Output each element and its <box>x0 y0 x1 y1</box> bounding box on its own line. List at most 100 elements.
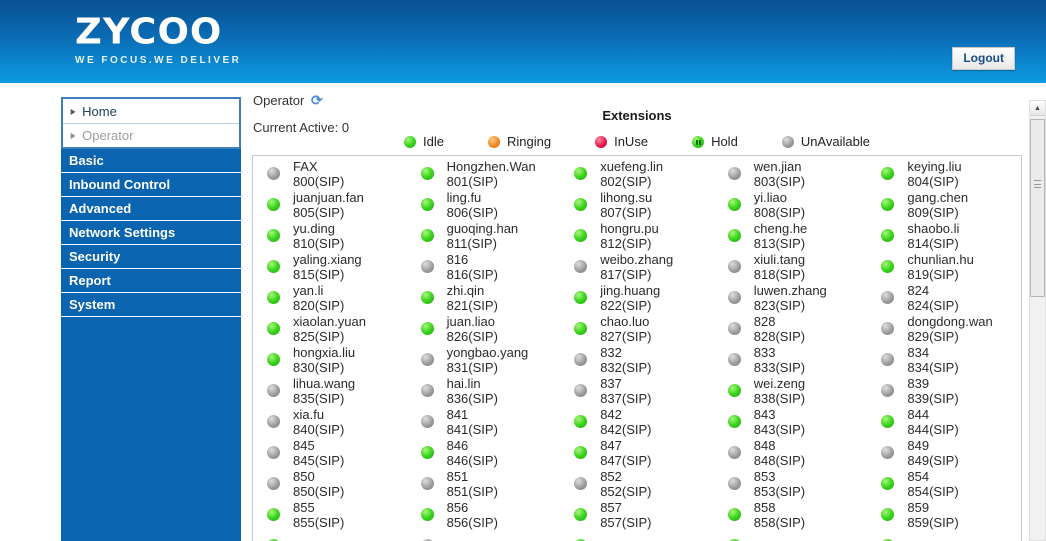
extension-info: 847847(SIP) <box>600 438 651 468</box>
extension-number: 817(SIP) <box>600 267 673 282</box>
legend-label: Idle <box>423 134 444 149</box>
idle-status-icon <box>728 415 741 428</box>
header: ZYCOO WE FOCUS.WE DELIVER Logout <box>0 0 1046 83</box>
extension-info: 841841(SIP) <box>447 407 498 437</box>
sidebar-item-label: Operator <box>82 128 133 143</box>
extension-cell: 856856(SIP) <box>407 499 561 530</box>
extension-info: keying.liu804(SIP) <box>907 159 961 189</box>
extension-number: 801(SIP) <box>447 174 536 189</box>
extension-number: 829(SIP) <box>907 329 992 344</box>
sidebar-item-advanced[interactable]: Advanced <box>61 197 241 221</box>
sidebar-item-basic[interactable]: Basic <box>61 149 241 173</box>
extension-number: 838(SIP) <box>754 391 805 406</box>
hold-status-icon <box>692 136 704 148</box>
extension-name: 839 <box>907 376 958 391</box>
idle-status-icon <box>404 136 416 148</box>
sidebar-item-network-settings[interactable]: Network Settings <box>61 221 241 245</box>
extension-info: chao.luo827(SIP) <box>600 314 651 344</box>
extension-cell: 858858(SIP) <box>714 499 868 530</box>
arrow-right-icon: ▶ <box>71 107 76 116</box>
extension-name: 834 <box>907 345 958 360</box>
extension-info: wen.jian803(SIP) <box>754 159 805 189</box>
idle-status-icon <box>881 508 894 521</box>
extension-info: luwen.zhang823(SIP) <box>754 283 827 313</box>
idle-status-icon <box>881 198 894 211</box>
idle-status-icon <box>728 384 741 397</box>
legend-item-unavailable: UnAvailable <box>782 134 870 149</box>
extension-cell: chunlian.hu819(SIP) <box>867 251 1021 282</box>
sidebar-item-operator[interactable]: ▶Operator <box>63 123 239 147</box>
extension-cell: 833833(SIP) <box>714 344 868 375</box>
status-legend: IdleRingingInUseHoldUnAvailable <box>252 134 1022 149</box>
sidebar-item-inbound-control[interactable]: Inbound Control <box>61 173 241 197</box>
sidebar-item-system[interactable]: System <box>61 293 241 317</box>
extension-number: 819(SIP) <box>907 267 974 282</box>
extension-info: juanjuan.fan805(SIP) <box>293 190 364 220</box>
legend-item-inuse: InUse <box>595 134 648 149</box>
sidebar-item-security[interactable]: Security <box>61 245 241 269</box>
extension-cell: juan.liao826(SIP) <box>407 313 561 344</box>
extension-info: 843843(SIP) <box>754 407 805 437</box>
extension-cell: 860 <box>253 530 407 541</box>
idle-status-icon <box>574 198 587 211</box>
extension-number: 842(SIP) <box>600 422 651 437</box>
unavailable-status-icon <box>574 260 587 273</box>
unavailable-status-icon <box>881 384 894 397</box>
extension-name: wei.zeng <box>754 376 805 391</box>
extension-info: 853853(SIP) <box>754 469 805 499</box>
extension-cell: lihua.wang835(SIP) <box>253 375 407 406</box>
extension-name: hongru.pu <box>600 221 659 236</box>
extension-name: keying.liu <box>907 159 961 174</box>
extension-info: yongbao.yang831(SIP) <box>447 345 529 375</box>
sidebar-item-report[interactable]: Report <box>61 269 241 293</box>
extension-cell: hai.lin836(SIP) <box>407 375 561 406</box>
extension-number: 850(SIP) <box>293 484 344 499</box>
extension-info: xiuli.tang818(SIP) <box>754 252 805 282</box>
idle-status-icon <box>881 229 894 242</box>
idle-status-icon <box>728 198 741 211</box>
extension-info: 816816(SIP) <box>447 252 498 282</box>
extension-info: yan.li820(SIP) <box>293 283 344 313</box>
scrollbar[interactable]: ▲ <box>1029 100 1046 541</box>
extension-info: FAX800(SIP) <box>293 159 344 189</box>
extension-cell: 861 <box>407 530 561 541</box>
extension-cell: ling.fu806(SIP) <box>407 189 561 220</box>
extension-cell: 839839(SIP) <box>867 375 1021 406</box>
scroll-up-icon[interactable]: ▲ <box>1030 101 1045 116</box>
scrollbar-thumb[interactable] <box>1030 119 1045 297</box>
extension-cell: 843843(SIP) <box>714 406 868 437</box>
scrollbar-grip <box>1034 180 1041 188</box>
idle-status-icon <box>574 291 587 304</box>
extension-number: 802(SIP) <box>600 174 663 189</box>
extension-number: 816(SIP) <box>447 267 498 282</box>
idle-status-icon <box>728 508 741 521</box>
unavailable-status-icon <box>267 446 280 459</box>
sidebar: ▶Home▶Operator BasicInbound ControlAdvan… <box>61 97 241 541</box>
extension-cell: FAX800(SIP) <box>253 158 407 189</box>
idle-status-icon <box>574 508 587 521</box>
extension-cell: xiaolan.yuan825(SIP) <box>253 313 407 344</box>
idle-status-icon <box>574 229 587 242</box>
sidebar-item-home[interactable]: ▶Home <box>63 99 239 123</box>
extension-number: 855(SIP) <box>293 515 344 530</box>
extension-number: 851(SIP) <box>447 484 498 499</box>
legend-label: Ringing <box>507 134 551 149</box>
idle-status-icon <box>267 229 280 242</box>
extension-cell: 824824(SIP) <box>867 282 1021 313</box>
extension-cell: dongdong.wan829(SIP) <box>867 313 1021 344</box>
idle-status-icon <box>421 167 434 180</box>
idle-status-icon <box>421 229 434 242</box>
extension-number: 840(SIP) <box>293 422 344 437</box>
extension-number: 821(SIP) <box>447 298 498 313</box>
refresh-icon[interactable]: ⟳ <box>311 92 323 109</box>
extension-name: 845 <box>293 438 344 453</box>
page-title: Operator <box>253 93 304 108</box>
idle-status-icon <box>267 198 280 211</box>
extension-cell: 862 <box>560 530 714 541</box>
extension-number: 848(SIP) <box>754 453 805 468</box>
extensions-grid: FAX800(SIP)Hongzhen.Wan801(SIP)xuefeng.l… <box>253 156 1021 541</box>
logout-button[interactable]: Logout <box>952 47 1015 70</box>
extension-info: 858858(SIP) <box>754 500 805 530</box>
idle-status-icon <box>574 167 587 180</box>
extension-info: lihua.wang835(SIP) <box>293 376 355 406</box>
